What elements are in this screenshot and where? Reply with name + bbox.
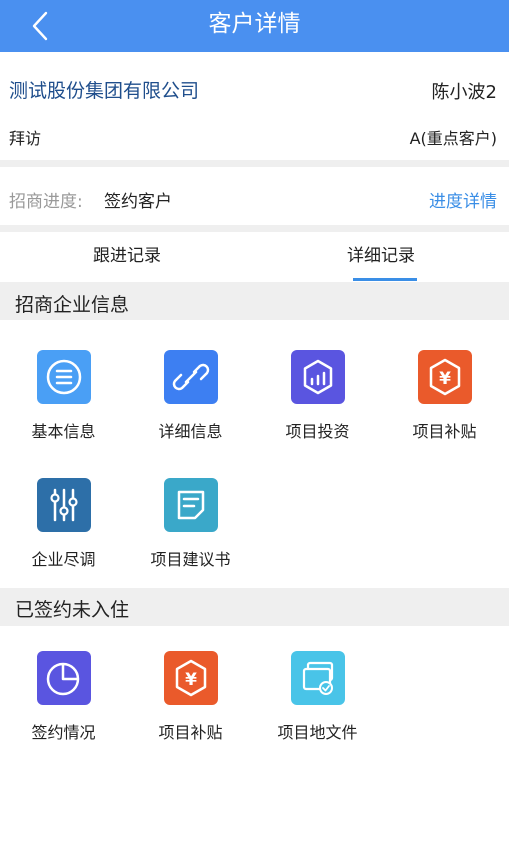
- grid-item-project-site-files[interactable]: 项目地文件: [254, 651, 381, 761]
- yuan-icon: ¥: [164, 651, 218, 705]
- divider: [0, 160, 509, 167]
- visit-type: 拜访: [9, 129, 42, 148]
- active-tab-indicator: [353, 278, 417, 281]
- grid-item-project-investment[interactable]: 项目投资: [254, 350, 381, 460]
- list-icon: [37, 350, 91, 404]
- grid-item-detail-info[interactable]: 详细信息: [127, 350, 254, 460]
- page-title: 客户详情: [208, 11, 301, 37]
- files-icon: [291, 651, 345, 705]
- app-header: 客户详情: [0, 0, 509, 52]
- yuan-icon: ¥: [418, 350, 472, 404]
- grid-item-basic-info[interactable]: 基本信息: [0, 350, 127, 460]
- grid-item-label: 项目补贴: [158, 723, 223, 742]
- grid-item-project-subsidy[interactable]: ¥ 项目补贴: [381, 350, 508, 460]
- grid-item-label: 项目地文件: [277, 723, 358, 742]
- tab-detail-records[interactable]: 详细记录: [254, 232, 508, 282]
- company-name: 测试股份集团有限公司: [9, 80, 200, 102]
- grid-item-label: 签约情况: [31, 723, 96, 742]
- svg-text:¥: ¥: [185, 670, 197, 690]
- chevron-left-icon: [32, 11, 48, 41]
- progress-label: 招商进度:: [9, 192, 83, 212]
- document-icon: [164, 478, 218, 532]
- grid-item-project-proposal[interactable]: 项目建议书: [127, 478, 254, 588]
- section-title: 招商企业信息: [15, 294, 130, 316]
- link-icon: [164, 350, 218, 404]
- section-title: 已签约未入住: [15, 599, 130, 621]
- contact-name: 陈小波2: [431, 82, 497, 103]
- chart-icon: [291, 350, 345, 404]
- pie-icon: [37, 651, 91, 705]
- grid-item-label: 详细信息: [158, 422, 223, 441]
- progress-detail-link[interactable]: 进度详情: [429, 187, 497, 212]
- svg-text:¥: ¥: [439, 369, 451, 389]
- grid-item-signing-status[interactable]: 签约情况: [0, 651, 127, 761]
- progress-value: 签约客户: [104, 192, 172, 212]
- grid-item-label: 基本信息: [31, 422, 96, 441]
- grid-item-label: 项目补贴: [412, 422, 477, 441]
- grid-item-project-subsidy-signed[interactable]: ¥ 项目补贴: [127, 651, 254, 761]
- divider: [0, 225, 509, 232]
- customer-level: A(重点客户): [409, 129, 497, 148]
- grid-item-due-diligence[interactable]: 企业尽调: [0, 478, 127, 588]
- back-button[interactable]: [22, 9, 58, 43]
- grid-item-label: 企业尽调: [31, 550, 96, 569]
- grid-item-label: 项目建议书: [150, 550, 231, 569]
- sliders-icon: [37, 478, 91, 532]
- tab-follow-up-records[interactable]: 跟进记录: [0, 232, 254, 282]
- grid-item-label: 项目投资: [285, 422, 350, 441]
